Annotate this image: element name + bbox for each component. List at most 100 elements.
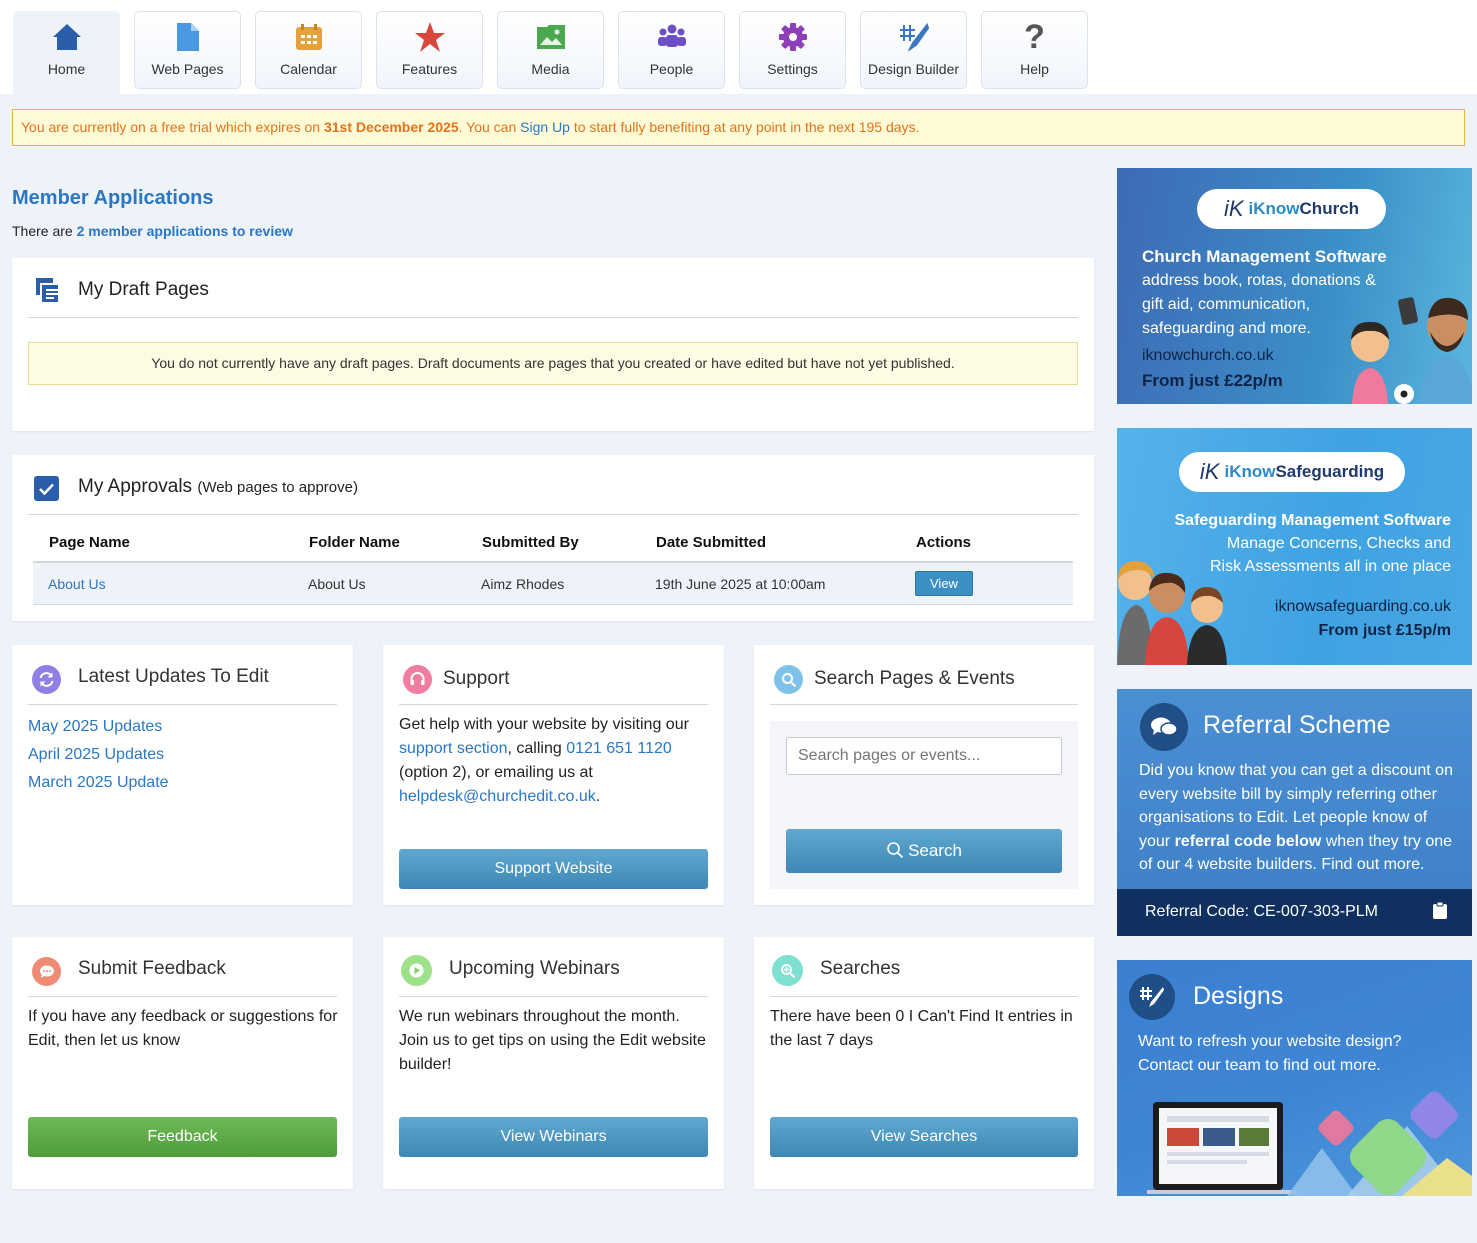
- trial-text: . You can: [458, 119, 521, 135]
- support-title: Support: [443, 668, 510, 689]
- iknowchurch-logo: iK iKnow Church: [1197, 189, 1386, 229]
- clipboard-icon[interactable]: [1433, 901, 1447, 924]
- update-link-march[interactable]: March 2025 Update: [28, 774, 169, 791]
- question-icon: ?: [1024, 17, 1045, 56]
- search-icon: [774, 665, 803, 694]
- searches-panel: Searches There have been 0 I Can't Find …: [754, 937, 1094, 1189]
- update-link-may[interactable]: May 2025 Updates: [28, 718, 162, 735]
- tab-label: Calendar: [280, 61, 337, 77]
- iknowchurch-heading: Church Management Software: [1142, 247, 1387, 266]
- iknowsafeguarding-promo[interactable]: iK iKnow Safeguarding Safeguarding Managem…: [1117, 428, 1472, 665]
- divider: [28, 514, 1078, 515]
- member-applications-title: Member Applications: [12, 187, 214, 209]
- tab-people[interactable]: People: [618, 11, 725, 89]
- iknowchurch-promo[interactable]: iK iKnow Church Church Management Software…: [1117, 168, 1472, 404]
- iknowchurch-price: From just £22p/m: [1142, 371, 1283, 390]
- webinars-text: We run webinars throughout the month. Jo…: [399, 1008, 706, 1073]
- phone-link[interactable]: 0121 651 1120: [566, 740, 672, 757]
- design-icon: [861, 20, 966, 54]
- divider: [28, 996, 337, 997]
- feedback-button[interactable]: Feedback: [28, 1117, 337, 1157]
- support-text-part: (option 2), or emailing us at: [399, 764, 593, 781]
- searches-text: There have been 0 I Can't Find It entrie…: [770, 1008, 1073, 1049]
- tab-label: Design Builder: [867, 61, 960, 77]
- top-nav: Home Web Pages Calendar Features Media P…: [0, 0, 1477, 95]
- divider: [399, 704, 708, 705]
- member-applications-text: There are 2 member applications to revie…: [12, 223, 293, 239]
- webinars-title: Upcoming Webinars: [449, 958, 620, 979]
- approvals-subtitle: (Web pages to approve): [197, 479, 358, 496]
- tab-settings[interactable]: Settings: [739, 11, 846, 89]
- table-header-row: Page Name Folder Name Submitted By Date …: [33, 522, 1073, 563]
- searches-title: Searches: [820, 958, 901, 979]
- designs-panel[interactable]: Designs Want to refresh your website des…: [1117, 960, 1472, 1196]
- image-icon: [498, 20, 603, 54]
- tab-label: Help: [1020, 61, 1049, 77]
- view-button[interactable]: View: [915, 571, 973, 596]
- draft-pages-note: You do not currently have any draft page…: [28, 342, 1078, 385]
- children-illustration: [1117, 561, 1227, 665]
- calendar-icon: [256, 20, 361, 54]
- support-website-button[interactable]: Support Website: [399, 849, 708, 889]
- latest-updates-title: Latest Updates To Edit: [78, 666, 269, 687]
- column-header: Page Name: [33, 522, 293, 563]
- tab-features[interactable]: Features: [376, 11, 483, 89]
- column-header: Folder Name: [293, 522, 466, 563]
- search-button[interactable]: Search: [786, 829, 1062, 873]
- referral-code: Referral Code: CE-007-303-PLM: [1145, 903, 1378, 920]
- divider: [399, 996, 708, 997]
- table-row: About Us About Us Aimz Rhodes 19th June …: [33, 562, 1073, 605]
- tab-label: Settings: [767, 61, 818, 77]
- support-text-part: .: [595, 788, 601, 805]
- view-searches-button[interactable]: View Searches: [770, 1117, 1078, 1157]
- tab-home[interactable]: Home: [13, 11, 120, 95]
- search-input[interactable]: [786, 737, 1062, 775]
- sign-up-link[interactable]: Sign Up: [520, 119, 570, 135]
- trial-text: You are currently on a free trial which …: [21, 119, 324, 135]
- designs-text: Want to refresh your website design? Con…: [1138, 1033, 1402, 1074]
- search-button-label: Search: [908, 841, 962, 860]
- iknowsafeguarding-price: From just £15p/m: [1318, 622, 1451, 639]
- support-text-part: Get help with your website by visiting o…: [399, 716, 689, 733]
- updates-list: May 2025 Updates April 2025 Updates Marc…: [28, 713, 339, 797]
- chat-icon: [1140, 703, 1188, 751]
- approvals-table: Page Name Folder Name Submitted By Date …: [33, 522, 1073, 605]
- email-link[interactable]: helpdesk@churchedit.co.uk: [399, 788, 596, 805]
- tab-design-builder[interactable]: Design Builder: [860, 11, 967, 89]
- draft-pages-icon: [36, 278, 60, 309]
- tab-media[interactable]: Media: [497, 11, 604, 89]
- tab-calendar[interactable]: Calendar: [255, 11, 362, 89]
- page-name-link[interactable]: About Us: [48, 576, 106, 592]
- designs-title: Designs: [1193, 982, 1284, 1010]
- home-icon: [14, 20, 119, 54]
- column-header: Date Submitted: [640, 522, 900, 563]
- trial-text: to start fully benefiting at any point i…: [569, 119, 920, 135]
- approvals-panel: My Approvals (Web pages to approve) Page…: [12, 455, 1094, 621]
- divider: [28, 704, 337, 705]
- support-section-link[interactable]: support section: [399, 740, 508, 757]
- refresh-icon: [32, 665, 61, 694]
- tab-label: Web Pages: [151, 61, 224, 77]
- zoom-icon: [772, 955, 803, 986]
- tab-web-pages[interactable]: Web Pages: [134, 11, 241, 89]
- trial-expiry-date: 31st December 2025: [323, 119, 459, 135]
- tab-help[interactable]: ? Help: [981, 11, 1088, 89]
- view-webinars-button[interactable]: View Webinars: [399, 1117, 708, 1157]
- update-link-april[interactable]: April 2025 Updates: [28, 746, 164, 763]
- chat-bubble-icon: [32, 957, 61, 986]
- feedback-panel: Submit Feedback If you have any feedback…: [12, 937, 353, 1189]
- trial-banner: You are currently on a free trial which …: [12, 109, 1465, 146]
- play-icon: [401, 955, 432, 986]
- tab-label: Media: [531, 61, 570, 77]
- iknowsafeguarding-logo: iK iKnow Safeguarding: [1179, 452, 1405, 492]
- checkbox-icon: [34, 476, 59, 501]
- member-applications-link[interactable]: 2 member applications to review: [77, 223, 293, 239]
- tab-label: Home: [47, 61, 86, 77]
- star-icon: [377, 20, 482, 54]
- draft-pages-title: My Draft Pages: [78, 279, 209, 300]
- logo-part: Church: [1299, 199, 1360, 218]
- referral-text-bold: referral code below: [1174, 832, 1322, 850]
- tab-label: People: [649, 61, 694, 77]
- gear-icon: [740, 20, 845, 54]
- referral-text: Did you know that you can get a discount…: [1139, 759, 1461, 877]
